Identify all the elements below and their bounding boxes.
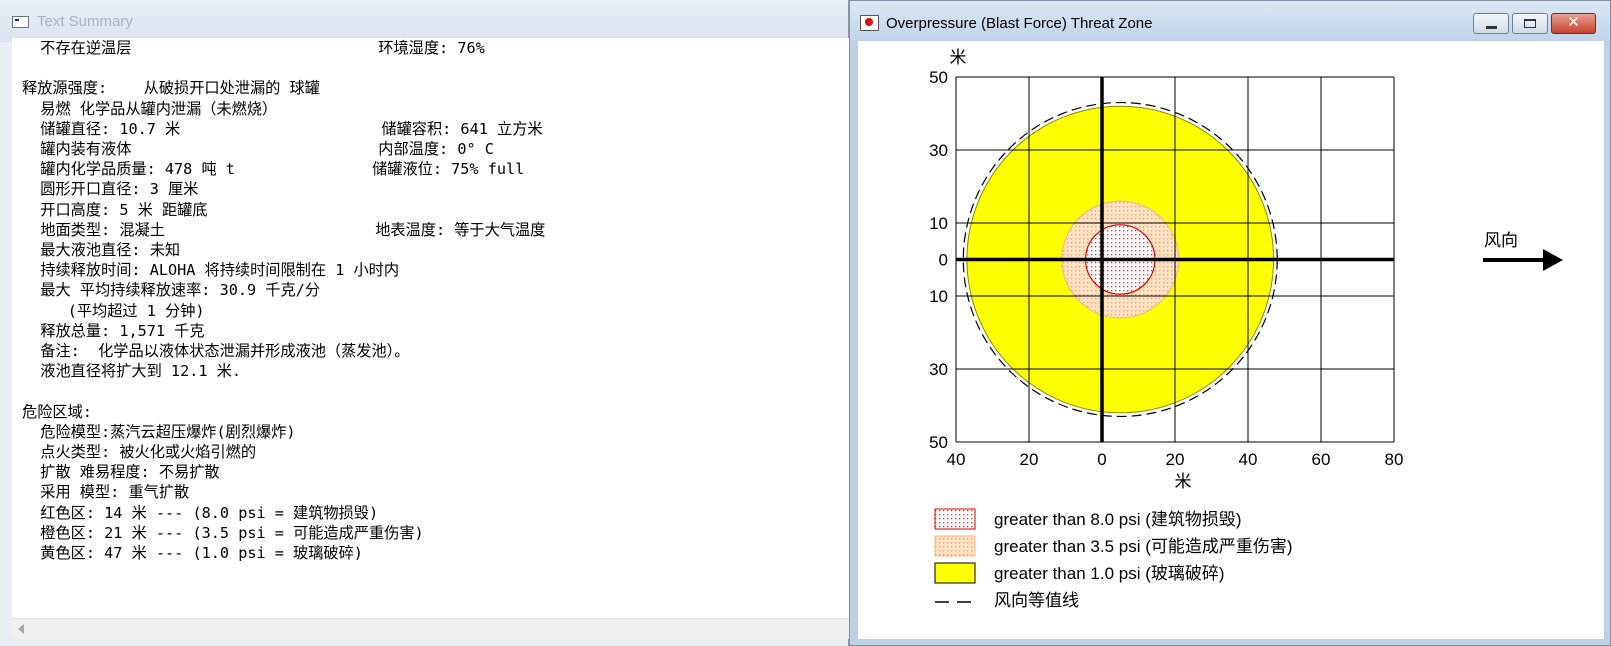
y-tick-label: 30 — [929, 360, 948, 379]
summary-line: 地面类型: 混凝土 地表温度: 等于大气温度 — [22, 220, 546, 239]
close-icon: ✕ — [1567, 13, 1580, 31]
x-tick-label: 40 — [1239, 450, 1258, 469]
y-tick-label: 50 — [929, 68, 948, 87]
y-tick-label: 10 — [929, 287, 948, 306]
text-summary-window: Text Summary 不存在逆温层 环境湿度: 76% 释放源强度: 从破损… — [0, 0, 849, 646]
x-tick-label: 60 — [1312, 450, 1331, 469]
x-axis-unit-label: 米 — [1175, 472, 1192, 491]
summary-line: 开口高度: 5 米 距罐底 — [22, 200, 208, 219]
legend-label: greater than 8.0 psi (建筑物损毁) — [994, 510, 1242, 529]
wind-arrow-icon — [1543, 249, 1563, 271]
y-tick-label: 30 — [929, 141, 948, 160]
summary-text: 不存在逆温层 环境湿度: 76% 释放源强度: 从破损开口处泄漏的 球罐 易燃 … — [22, 38, 545, 563]
summary-line: 最大液池直径: 未知 — [22, 241, 181, 260]
text-summary-title: Text Summary — [37, 13, 133, 30]
summary-line: 危险区域: — [22, 402, 92, 421]
legend-label: greater than 3.5 psi (可能造成严重伤害) — [994, 537, 1293, 556]
summary-line: 罐内装有液体 内部温度: 0° C — [22, 140, 494, 159]
threat-zone-app-icon — [860, 15, 879, 31]
legend-label: greater than 1.0 psi (玻璃破碎) — [994, 564, 1225, 583]
summary-line: 液池直径将扩大到 12.1 米. — [22, 362, 241, 381]
summary-line: 释放源强度: 从破损开口处泄漏的 球罐 — [22, 79, 320, 98]
x-tick-label: 0 — [1097, 450, 1106, 469]
x-tick-label: 20 — [1020, 450, 1039, 469]
minimize-icon — [1486, 26, 1497, 29]
maximize-icon — [1524, 19, 1536, 28]
summary-line: 扩散 难易程度: 不易扩散 — [22, 463, 220, 482]
summary-line: 易燃 化学品从罐内泄漏（未燃烧） — [22, 99, 278, 118]
summary-line: 采用 模型: 重气扩散 — [22, 483, 190, 502]
threat-zone-plot-area: 40 20 0 20 40 60 80 50 30 10 0 10 30 50 米 米 风向 greate… — [858, 41, 1604, 639]
summary-line: 黄色区: 47 米 --- (1.0 psi = 玻璃破碎) — [22, 544, 363, 563]
scroll-left-icon[interactable] — [18, 624, 24, 634]
summary-line: 橙色区: 21 米 --- (3.5 psi = 可能造成严重伤害) — [22, 523, 424, 542]
threat-zone-titlebar[interactable]: Overpressure (Blast Force) Threat Zone ✕ — [850, 1, 1610, 41]
threat-zone-window: Overpressure (Blast Force) Threat Zone ✕… — [849, 0, 1611, 646]
summary-line: 圆形开口直径: 3 厘米 — [22, 180, 199, 199]
summary-line: 最大 平均持续释放速率: 30.9 千克/分 — [22, 281, 321, 300]
close-button[interactable]: ✕ — [1551, 13, 1596, 34]
y-tick-label: 0 — [939, 251, 948, 270]
summary-line: 点火类型: 被火化或火焰引燃的 — [22, 443, 257, 462]
window-app-icon — [12, 16, 29, 28]
summary-line: 罐内化学品质量: 478 吨 t 储罐液位: 75% full — [22, 160, 525, 179]
legend-label: 风向等值线 — [994, 591, 1079, 610]
summary-line: 危险模型:蒸汽云超压爆炸(剧烈爆炸) — [22, 422, 296, 441]
summary-line: 红色区: 14 米 --- (8.0 psi = 建筑物损毁) — [22, 503, 379, 522]
text-summary-content: 不存在逆温层 环境湿度: 76% 释放源强度: 从破损开口处泄漏的 球罐 易燃 … — [12, 38, 849, 618]
x-tick-label: 80 — [1385, 450, 1404, 469]
y-tick-label: 10 — [929, 214, 948, 233]
summary-line: 储罐直径: 10.7 米 储罐容积: 641 立方米 — [22, 119, 543, 138]
y-axis-unit-label: 米 — [950, 48, 967, 67]
legend-swatch — [934, 508, 976, 530]
summary-line: 持续释放时间: ALOHA 将持续时间限制在 1 小时内 — [22, 261, 400, 280]
maximize-button[interactable] — [1512, 13, 1548, 34]
minimize-button[interactable] — [1473, 13, 1509, 34]
wind-direction-label: 风向 — [1484, 231, 1518, 250]
horizontal-scrollbar[interactable] — [12, 618, 849, 639]
summary-line: 备注: 化学品以液体状态泄漏并形成液池（蒸发池）。 — [22, 342, 410, 361]
text-summary-titlebar[interactable]: Text Summary — [0, 0, 848, 42]
legend: greater than 8.0 psi (建筑物损毁) greater than… — [934, 508, 1293, 610]
wind-indicator: 风向 — [1483, 231, 1563, 271]
summary-line: 不存在逆温层 环境湿度: 76% — [22, 39, 485, 57]
y-tick-label: 50 — [929, 433, 948, 452]
summary-line: 释放总量: 1,571 千克 — [22, 321, 205, 340]
summary-line: (平均超过 1 分钟) — [22, 301, 205, 320]
x-tick-label: 20 — [1166, 450, 1185, 469]
x-tick-label: 40 — [947, 450, 966, 469]
legend-swatch — [934, 562, 976, 584]
threat-zone-title: Overpressure (Blast Force) Threat Zone — [886, 15, 1153, 32]
threat-zone-chart: 40 20 0 20 40 60 80 50 30 10 0 10 30 50 米 米 风向 greate… — [929, 48, 1563, 610]
legend-swatch — [934, 535, 976, 557]
